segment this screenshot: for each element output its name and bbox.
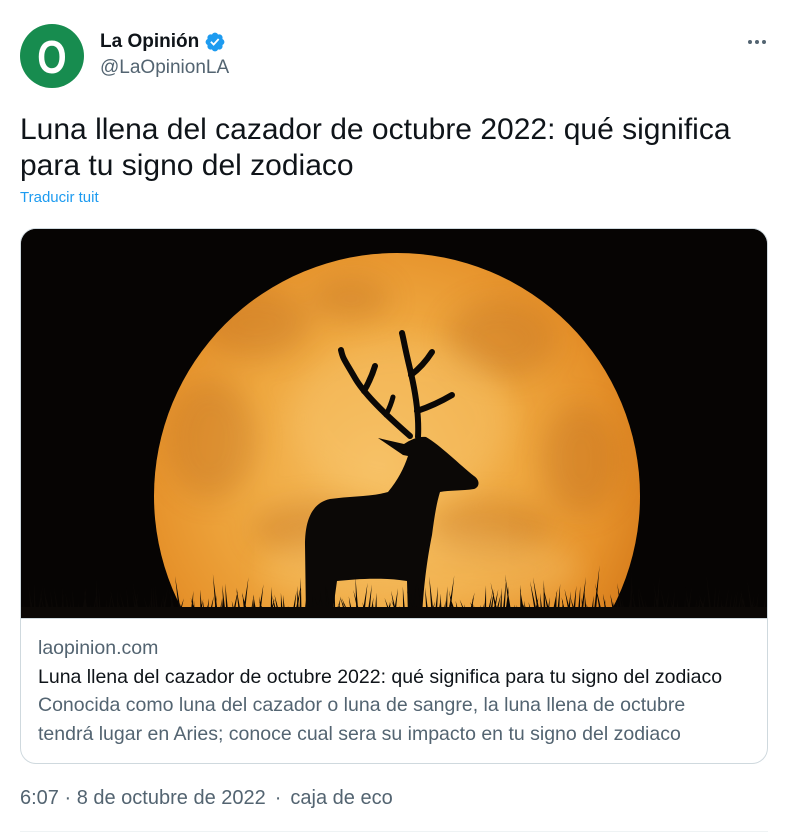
tweet-meta: 6:07 · 8 de octubre de 2022 · caja de ec… (20, 786, 393, 810)
card-image-art (21, 229, 767, 618)
card-image (21, 229, 767, 619)
divider (20, 831, 768, 832)
card-domain: laopinion.com (38, 637, 159, 659)
meta-separator: · (274, 787, 282, 809)
avatar-logo: O (37, 30, 67, 83)
timestamp-link[interactable]: 6:07 · 8 de octubre de 2022 (20, 786, 266, 810)
verified-badge-icon (205, 32, 225, 52)
translate-tweet-link[interactable]: Traducir tuit (20, 188, 99, 208)
card-description: Conocida como luna del cazador o luna de… (38, 694, 686, 745)
card-title: Luna llena del cazador de octubre 2022: … (38, 665, 723, 688)
author-handle[interactable]: @LaOpinionLA (100, 56, 229, 80)
source-label[interactable]: caja de eco (290, 786, 392, 810)
more-icon (748, 40, 766, 44)
avatar[interactable]: O (20, 24, 84, 88)
more-button[interactable] (742, 30, 772, 54)
link-card[interactable]: laopinion.com Luna llena del cazador de … (20, 228, 768, 764)
author-name[interactable]: La Opinión (100, 30, 199, 54)
author-name-row: La Opinión (100, 30, 226, 54)
card-body: laopinion.com Luna llena del cazador de … (21, 619, 767, 763)
tweet-text: Luna llena del cazador de octubre 2022: … (20, 113, 731, 182)
